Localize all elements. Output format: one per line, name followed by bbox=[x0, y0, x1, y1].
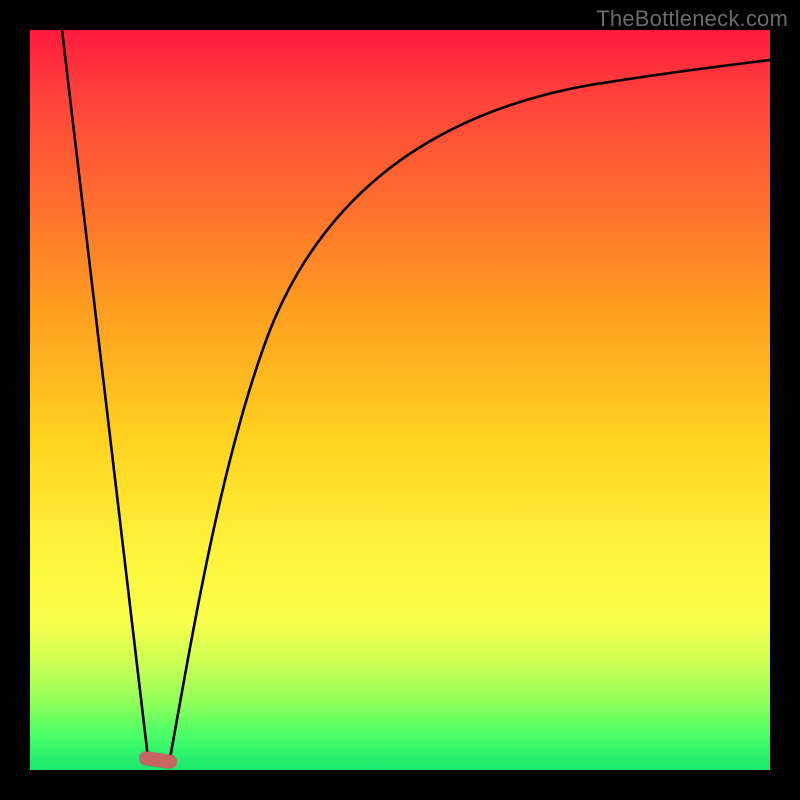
bottleneck-curve bbox=[30, 30, 770, 770]
plot-area bbox=[30, 30, 770, 770]
chart-frame: TheBottleneck.com bbox=[0, 0, 800, 800]
watermark-text: TheBottleneck.com bbox=[596, 6, 788, 32]
